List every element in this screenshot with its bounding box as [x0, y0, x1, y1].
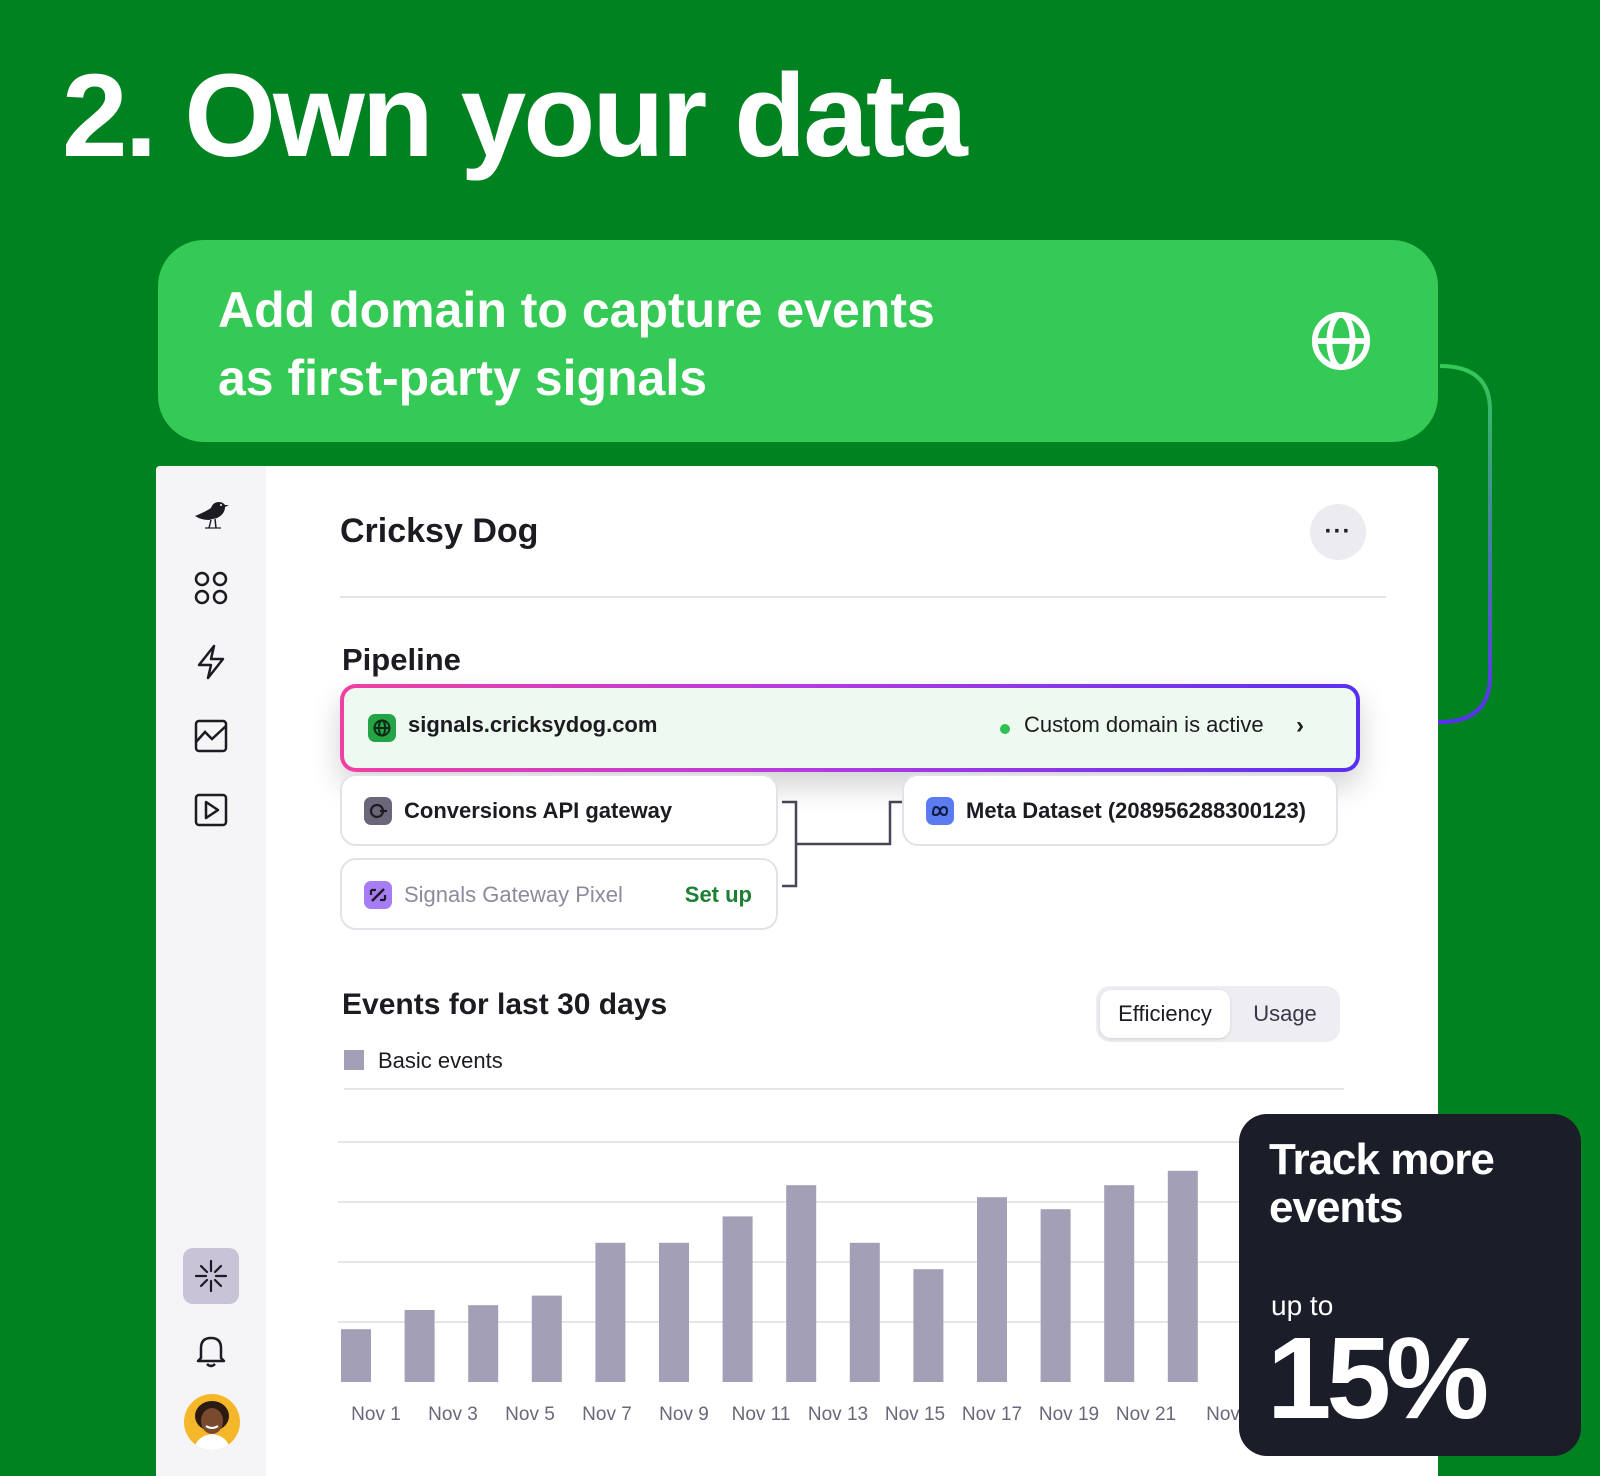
chart-bar	[977, 1197, 1007, 1382]
x-tick-label: Nov 11	[732, 1404, 791, 1425]
x-tick-label: Nov 7	[582, 1404, 632, 1425]
chart-icon[interactable]	[183, 708, 239, 764]
x-tick-label: Nov 1	[351, 1404, 401, 1425]
chart-bar	[531, 1295, 562, 1382]
chart-bar	[595, 1242, 626, 1382]
avatar[interactable]	[184, 1394, 240, 1450]
domain-banner: Add domain to capture events as first-pa…	[158, 240, 1438, 442]
x-tick-label: Nov	[1206, 1404, 1240, 1425]
x-tick-label: Nov 21	[1116, 1404, 1176, 1425]
chart-bar	[722, 1216, 753, 1382]
x-tick-label: Nov 13	[808, 1404, 868, 1425]
x-tick-label: Nov 19	[1039, 1404, 1099, 1425]
chart-bar	[849, 1242, 880, 1382]
x-tick-label: Nov 3	[428, 1404, 478, 1425]
x-tick-label: Nov 17	[962, 1404, 1022, 1425]
chart-bar	[786, 1185, 817, 1382]
chart-bar	[404, 1310, 435, 1382]
x-tick-label: Nov 15	[885, 1404, 945, 1425]
headline: 2. Own your data	[62, 50, 968, 182]
x-tick-label: Nov 9	[659, 1404, 709, 1425]
sparkle-icon[interactable]	[183, 1248, 239, 1304]
banner-line-1: Add domain to capture events	[218, 282, 935, 338]
play-icon[interactable]	[183, 782, 239, 838]
sidebar	[156, 466, 266, 1476]
promo-card: Track more events up to 15%	[1239, 1114, 1581, 1456]
x-tick-label: Nov 5	[505, 1404, 555, 1425]
chart-bar	[1104, 1185, 1135, 1382]
bird-logo-icon[interactable]	[183, 486, 239, 542]
chart-bar	[913, 1269, 944, 1382]
promo-title: Track more events	[1269, 1135, 1495, 1232]
banner-line-2: as first-party signals	[218, 350, 708, 406]
promo-value: 15%	[1267, 1313, 1489, 1443]
chart-bar	[1040, 1209, 1071, 1382]
apps-grid-icon[interactable]	[183, 560, 239, 616]
chart-bar	[341, 1329, 371, 1382]
chart-bar	[659, 1242, 689, 1382]
lightning-icon[interactable]	[183, 634, 239, 690]
bell-icon[interactable]	[183, 1322, 239, 1378]
chart-bar	[1167, 1170, 1198, 1382]
banner-text: Add domain to capture events as first-pa…	[218, 276, 1118, 412]
chart-bar	[468, 1305, 499, 1382]
